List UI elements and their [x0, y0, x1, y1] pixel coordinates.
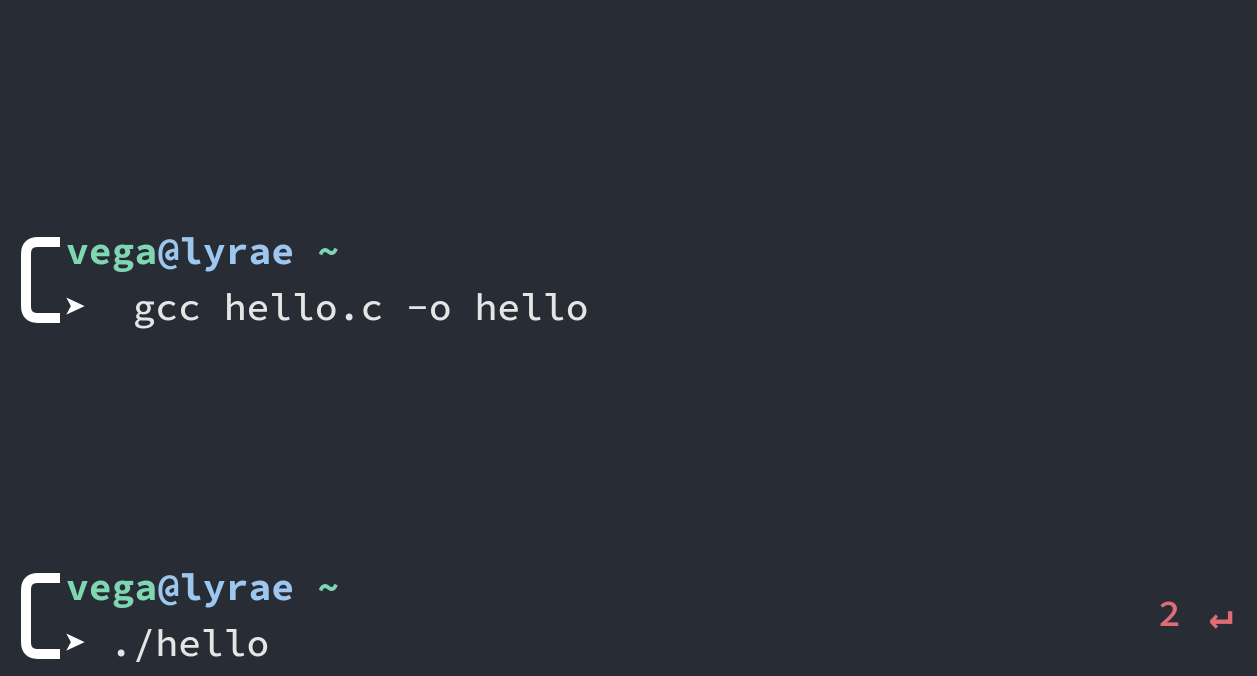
prompt-arrow-icon: ➤ — [64, 280, 87, 336]
prompt-user: vega — [66, 224, 157, 280]
status-count: 2 — [1158, 586, 1181, 642]
return-icon: ↵ — [1209, 594, 1233, 634]
command-text: gcc hello.c -o hello — [110, 280, 589, 336]
prompt-path: ~ — [317, 560, 340, 616]
prompt-user: vega — [66, 560, 157, 616]
command-text: ./hello — [110, 616, 270, 672]
status-indicator: 2 ↵ — [1158, 586, 1233, 642]
prompt-host: lyrae — [180, 224, 294, 280]
prompt-block: vega@lyrae ~ ➤ ./hello — [0, 560, 1257, 672]
terminal[interactable]: vega@lyrae ~ ➤ gcc hello.c -o hello vega… — [0, 0, 1257, 676]
prompt-at: @ — [157, 560, 180, 616]
prompt-at: @ — [157, 224, 180, 280]
prompt-block: vega@lyrae ~ ➤ gcc hello.c -o hello — [0, 224, 1257, 336]
prompt-arrow-icon: ➤ — [64, 616, 87, 672]
prompt-path: ~ — [317, 224, 340, 280]
prompt-host: lyrae — [180, 560, 294, 616]
